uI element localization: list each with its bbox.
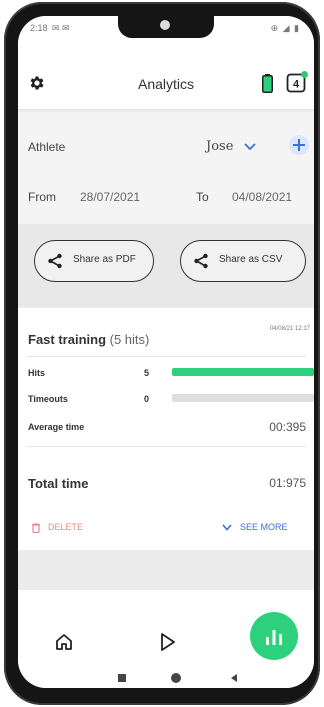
filter-panel: Athlete Jose From 28/07/2021 To 04/08/20… <box>18 112 314 224</box>
timeouts-bar <box>172 394 314 402</box>
screen: 2:18 ✉ ✉ ⊕ ◢ ▮ Analytics 4 Athlete Jose … <box>18 16 314 688</box>
notification-button[interactable]: 4 <box>286 71 308 93</box>
share-icon <box>194 253 208 269</box>
chevron-down-icon <box>222 524 232 531</box>
play-icon[interactable] <box>159 632 177 652</box>
svg-text:4: 4 <box>293 79 300 91</box>
battery-icon[interactable] <box>262 74 273 93</box>
session-name: Fast training <box>28 332 107 347</box>
plus-icon <box>293 139 305 151</box>
average-time-label: Average time <box>28 422 85 432</box>
divider <box>26 356 306 357</box>
from-label: From <box>28 190 56 204</box>
average-time-value: 00:395 <box>269 420 306 434</box>
status-left-icons: ✉ ✉ <box>52 23 70 33</box>
share-pdf-button[interactable]: Share as PDF <box>34 240 154 282</box>
back-icon[interactable] <box>230 674 238 682</box>
add-athlete-button[interactable] <box>289 135 309 155</box>
session-date: 04/08/21 12:17 <box>269 326 310 332</box>
divider <box>26 446 306 447</box>
analytics-icon <box>266 630 282 645</box>
delete-button[interactable]: DELETE <box>32 522 83 533</box>
chevron-down-icon[interactable] <box>244 143 256 151</box>
share-csv-button[interactable]: Share as CSV <box>180 240 306 282</box>
share-icon <box>48 253 62 269</box>
notification-dot <box>301 71 308 78</box>
home-icon[interactable] <box>54 632 74 652</box>
app-bar: Analytics 4 <box>18 40 314 110</box>
from-date-field[interactable]: 28/07/2021 <box>80 190 140 204</box>
to-date-field[interactable]: 04/08/2021 <box>232 190 292 204</box>
system-home-icon[interactable] <box>170 672 182 684</box>
share-csv-label: Share as CSV <box>219 254 283 265</box>
phone-frame: 2:18 ✉ ✉ ⊕ ◢ ▮ Analytics 4 Athlete Jose … <box>4 2 320 705</box>
camera-notch <box>118 16 214 38</box>
total-time-value: 01:975 <box>269 476 306 490</box>
see-more-button[interactable]: SEE MORE <box>222 522 288 532</box>
stat-label-hits: Hits <box>28 368 46 378</box>
session-card: Fast training (5 hits) 04/08/21 12:17 Hi… <box>18 308 314 550</box>
hits-bar-fill <box>172 368 314 376</box>
athlete-select[interactable]: Jose <box>206 139 233 154</box>
status-bar: 2:18 ✉ ✉ ⊕ ◢ ▮ <box>18 16 314 40</box>
recents-icon[interactable] <box>118 674 126 682</box>
bottom-nav <box>18 590 314 688</box>
stat-label-timeouts: Timeouts <box>28 394 68 404</box>
delete-label: DELETE <box>48 522 84 532</box>
share-row: Share as PDF Share as CSV <box>18 224 314 306</box>
analytics-nav-button[interactable] <box>250 612 298 660</box>
athlete-label: Athlete <box>28 140 66 154</box>
to-label: To <box>196 190 209 204</box>
see-more-label: SEE MORE <box>240 522 288 532</box>
hits-bar <box>172 368 314 376</box>
session-title: Fast training (5 hits) <box>28 332 149 347</box>
status-time: 2:18 <box>30 23 48 33</box>
status-right-icons: ⊕ ◢ ▮ <box>270 23 300 33</box>
session-hits-summary: (5 hits) <box>109 332 150 347</box>
stat-value-timeouts: 0 <box>144 394 150 404</box>
share-pdf-label: Share as PDF <box>73 254 136 265</box>
total-time-label: Total time <box>28 476 89 491</box>
trash-icon <box>32 522 40 533</box>
stat-value-hits: 5 <box>144 368 150 378</box>
